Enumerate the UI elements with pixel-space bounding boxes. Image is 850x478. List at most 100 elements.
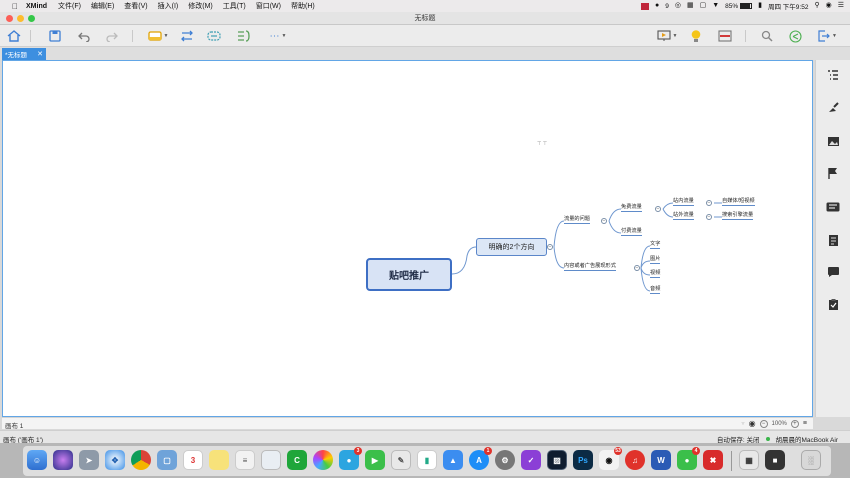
preview-icon[interactable]: ▢ (157, 450, 177, 470)
image-icon[interactable] (825, 134, 841, 148)
subtopic-video[interactable]: 视频 (650, 269, 661, 278)
notes-app-icon[interactable] (209, 450, 229, 470)
siri-dock-icon[interactable] (53, 450, 73, 470)
close-tab-icon[interactable]: ✕ (37, 50, 43, 58)
netease-music-icon[interactable]: ♫ (625, 450, 645, 470)
collapse-toggle[interactable]: − (547, 244, 553, 250)
relationship-icon[interactable] (179, 28, 195, 44)
wechat-status-icon[interactable]: ● (655, 0, 659, 12)
notes-icon[interactable] (825, 233, 841, 247)
terminal-icon[interactable]: ▨ (547, 450, 567, 470)
launchpad-icon[interactable]: ➤ (79, 450, 99, 470)
search-icon[interactable] (759, 28, 775, 44)
task-clipboard-icon[interactable] (825, 297, 841, 311)
messages-icon[interactable]: ● 3 (339, 447, 362, 470)
home-icon[interactable] (5, 28, 23, 44)
onenote-icon[interactable]: ✓ (521, 450, 541, 470)
word-icon[interactable]: W (651, 450, 671, 470)
menu-clock[interactable]: 周四 下午9:52 (768, 1, 808, 11)
format-brush-icon[interactable] (825, 100, 841, 114)
layout-icon[interactable] (716, 28, 734, 44)
collapse-toggle[interactable]: − (655, 206, 661, 212)
keynote-icon[interactable]: ▲ (443, 450, 463, 470)
menu-insert[interactable]: 插入(I) (158, 1, 179, 11)
keyboard-flag-icon[interactable]: ▮ (758, 0, 762, 12)
subtopic-search-engine[interactable]: 搜索引擎流量 (722, 211, 754, 220)
undo-icon[interactable] (76, 28, 92, 44)
subtopic-audio[interactable]: 音频 (650, 285, 661, 294)
comments-icon[interactable] (825, 265, 841, 279)
apple-menu-icon[interactable]:  (8, 2, 22, 11)
topic-dropdown-caret[interactable]: ▼ (164, 33, 169, 39)
menu-modify[interactable]: 修改(M) (188, 1, 213, 11)
fit-map-icon[interactable]: ≡ (803, 420, 807, 427)
collapse-toggle[interactable]: − (706, 200, 712, 206)
screenshot-stack-icon[interactable]: ■ (765, 450, 785, 470)
sheet-tab[interactable]: 画布 1 (5, 420, 23, 430)
eye-status-icon[interactable]: ◎ (675, 0, 681, 12)
more-icon[interactable]: ⋯ ▼ (264, 28, 292, 44)
battery-status[interactable]: 85% (725, 3, 753, 10)
finder-icon[interactable]: ☺ (27, 450, 47, 470)
save-icon[interactable] (47, 28, 63, 44)
siri-icon[interactable]: ◉ (826, 0, 832, 12)
collapse-toggle[interactable]: − (706, 214, 712, 220)
photoshop-icon[interactable]: Ps (573, 450, 593, 470)
app-menu-name[interactable]: XMind (26, 3, 47, 10)
subtopic-in-site-traffic[interactable]: 站内流量 (673, 197, 694, 206)
subtopic-self-media[interactable]: 自媒体/短视频 (722, 197, 755, 206)
chrome-icon[interactable] (131, 450, 151, 470)
topic-icon[interactable]: ▼ (145, 28, 171, 44)
idea-icon[interactable] (688, 28, 704, 44)
tab-untitled[interactable]: *无标题 ✕ (2, 48, 46, 60)
spotlight-search-icon[interactable]: ⚲ (814, 0, 819, 12)
presentation-icon[interactable]: ▼ (653, 28, 681, 44)
safari-icon[interactable]: ✥ (105, 450, 125, 470)
menu-tools[interactable]: 工具(T) (223, 1, 246, 11)
label-icon[interactable] (825, 200, 841, 214)
wifi-icon[interactable]: ▼ (712, 0, 719, 12)
photo-viewer-icon[interactable] (261, 450, 281, 470)
redo-icon[interactable] (104, 28, 120, 44)
qq-icon[interactable]: ◉ 53 (599, 447, 622, 470)
boundary-icon[interactable] (206, 28, 222, 44)
menu-edit[interactable]: 编辑(E) (91, 1, 114, 11)
numbers-icon[interactable]: ▮ (417, 450, 437, 470)
collapse-toggle[interactable]: − (601, 218, 607, 224)
menu-view[interactable]: 查看(V) (124, 1, 147, 11)
reminders-icon[interactable]: ≡ (235, 450, 255, 470)
calendar-icon[interactable]: 3 (183, 450, 203, 470)
subtopic-text[interactable]: 文字 (650, 240, 661, 249)
xmind-icon[interactable]: ✖ (703, 450, 723, 470)
downloads-stack-icon[interactable]: ▦ (739, 450, 759, 470)
input-method-icon[interactable]: ▦ (687, 0, 694, 12)
main-topic[interactable]: 明确的2个方向 (476, 238, 547, 256)
collapse-toggle[interactable]: − (634, 265, 640, 271)
zoom-in-button[interactable]: + (790, 419, 799, 428)
facetime-icon[interactable]: ▶ (365, 450, 385, 470)
zoom-out-button[interactable]: − (759, 419, 768, 428)
photos-icon[interactable] (313, 450, 333, 470)
marker-flag-icon[interactable] (825, 166, 841, 180)
subtopic-free-traffic[interactable]: 免费流量 (621, 203, 642, 212)
menu-file[interactable]: 文件(F) (58, 1, 81, 11)
view-eye-icon[interactable]: ◉ (749, 419, 756, 428)
camtasia-icon[interactable]: C (287, 450, 307, 470)
summary-icon[interactable] (236, 28, 252, 44)
subtopic-image[interactable]: 图片 (650, 255, 661, 264)
central-topic[interactable]: 贴吧推广 (366, 258, 452, 291)
subtopic-off-site-traffic[interactable]: 站外流量 (673, 211, 694, 220)
share-icon[interactable] (787, 28, 803, 44)
subtopic-paid-traffic[interactable]: 付费流量 (621, 227, 642, 236)
filter-icon[interactable]: ▿ (742, 420, 745, 427)
recording-icon[interactable] (640, 2, 649, 10)
airplay-icon[interactable]: ▢ (700, 0, 707, 12)
menu-help[interactable]: 帮助(H) (291, 1, 315, 11)
textedit-icon[interactable]: ✎ (391, 450, 411, 470)
system-preferences-icon[interactable]: ⚙ (495, 450, 515, 470)
wechat-icon[interactable]: ● 4 (677, 447, 700, 470)
app-store-icon[interactable]: A 1 (469, 447, 492, 470)
subtopic-content-format[interactable]: 内容或者广告展现形式 (564, 262, 616, 271)
export-icon[interactable]: ▼ (814, 28, 840, 44)
subtopic-traffic[interactable]: 流量的问题 (564, 215, 590, 224)
